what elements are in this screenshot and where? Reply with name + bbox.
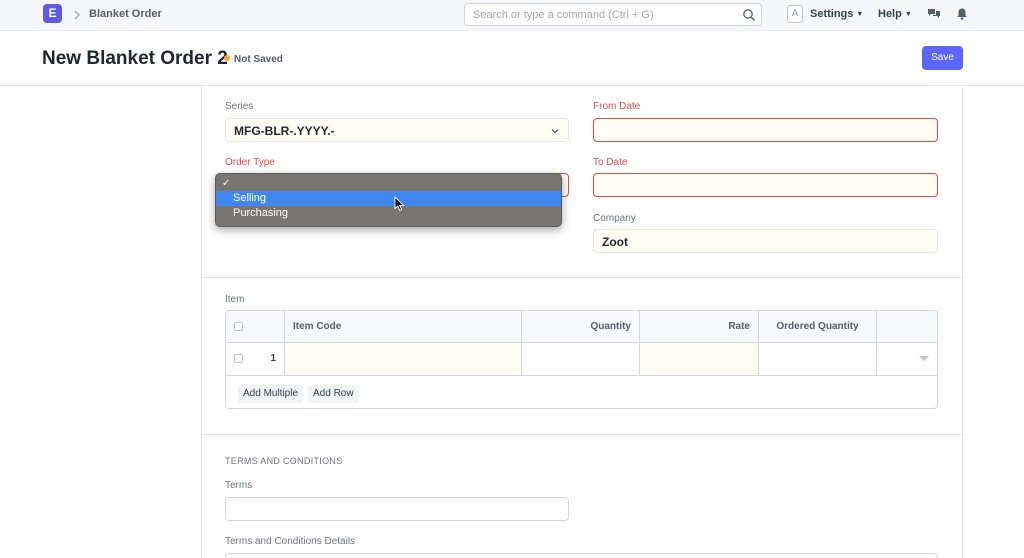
order-type-dropdown[interactable]: ✓ Selling Purchasing [215,173,562,227]
header-ordered-quantity: Ordered Quantity [759,311,877,342]
status-indicator: Not Saved [224,54,283,65]
checkmark-icon: ✓ [222,178,231,189]
item-table: Item Code Quantity Rate Ordered Quantity… [225,310,938,409]
series-value: MFG-BLR-.YYYY.- [234,124,335,138]
section-divider [201,434,963,435]
terms-details-label: Terms and Conditions Details [225,536,356,547]
notification-bell-icon[interactable] [955,7,969,21]
dropdown-option-selling[interactable]: Selling [216,191,561,206]
ordered-quantity-cell [759,343,877,375]
chevron-down-icon [551,129,559,134]
search-icon[interactable] [742,8,756,22]
table-header: Item Code Quantity Rate Ordered Quantity [226,311,937,343]
app-logo[interactable]: E [43,4,62,23]
row-number: 1 [270,353,276,364]
add-multiple-button[interactable]: Add Multiple [238,385,304,403]
help-label: Help [878,8,902,20]
header-check-cell [226,311,285,342]
search-input[interactable] [473,8,733,22]
quantity-cell[interactable] [522,343,640,375]
dropdown-option-blank[interactable]: ✓ [216,176,561,191]
section-divider [201,277,963,278]
header-quantity: Quantity [522,311,640,342]
header-rate: Rate [640,311,759,342]
item-table-label: Item [225,294,245,305]
breadcrumb-blanket-order[interactable]: Blanket Order [89,8,162,20]
table-row[interactable]: 1 [226,343,937,376]
chevron-right-icon [74,10,80,20]
from-date-input[interactable] [593,118,938,142]
page-title: New Blanket Order 2 [42,48,228,69]
search-bar[interactable] [464,3,762,26]
settings-menu[interactable]: Settings ▼ [810,8,863,20]
save-button[interactable]: Save [922,46,963,70]
terms-label: Terms [225,480,253,491]
page-head: New Blanket Order 2 Not Saved Save [0,31,1024,86]
header-actions [877,311,937,342]
option-label: Selling [233,192,267,204]
company-value: Zoot [602,235,628,249]
status-dot [224,55,230,61]
mouse-cursor-icon [394,196,405,212]
terms-section-heading: TERMS AND CONDITIONS [225,456,343,466]
to-date-input[interactable] [593,173,938,197]
rate-cell[interactable] [640,343,759,375]
settings-label: Settings [810,8,854,20]
series-label: Series [225,101,254,112]
row-actions-cell[interactable] [877,343,937,375]
row-checkbox[interactable] [234,354,243,363]
company-label: Company [593,213,636,224]
caret-down-icon: ▼ [904,11,912,18]
user-avatar[interactable]: A [787,5,803,23]
terms-input[interactable] [225,497,569,521]
series-select[interactable]: MFG-BLR-.YYYY.- [225,118,569,142]
select-all-checkbox[interactable] [234,322,243,331]
company-input[interactable]: Zoot [593,229,938,253]
navbar: E Blanket Order A Settings▼ Help▼ [0,0,1024,31]
chat-icon[interactable] [927,7,941,21]
to-date-label: To Date [593,157,628,168]
row-check-cell: 1 [226,343,285,375]
item-code-cell[interactable] [285,343,522,375]
order-type-label: Order Type [225,157,275,168]
terms-details-editor[interactable] [225,553,938,558]
dropdown-option-purchasing[interactable]: Purchasing [216,206,561,221]
from-date-label: From Date [593,101,641,112]
add-row-button[interactable]: Add Row [308,385,359,403]
option-label: Purchasing [233,207,289,219]
caret-down-icon: ▼ [856,11,864,18]
caret-down-icon[interactable] [919,355,929,363]
help-menu[interactable]: Help ▼ [878,8,912,20]
header-item-code: Item Code [285,311,522,342]
status-text: Not Saved [234,54,283,65]
